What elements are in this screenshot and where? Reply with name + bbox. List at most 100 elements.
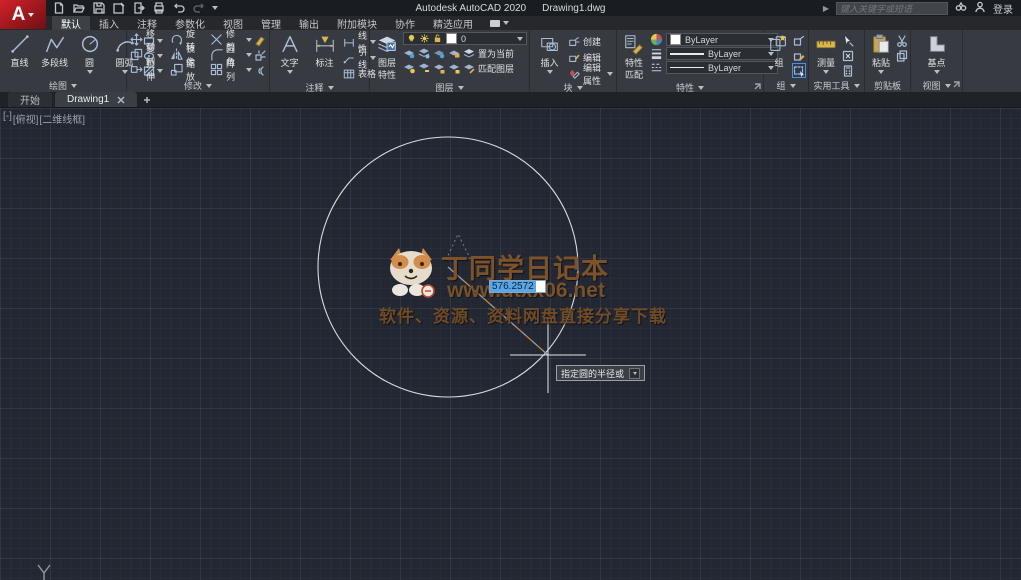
ribbon-tab-collaborate[interactable]: 协作: [386, 16, 424, 30]
panel-modify-title[interactable]: 修改: [127, 79, 269, 92]
layer-unisolate-icon[interactable]: [448, 62, 460, 74]
properties-dialog-launcher-icon[interactable]: [754, 82, 761, 92]
tool-base-point[interactable]: 基点: [920, 32, 953, 74]
layer-on-icon[interactable]: [403, 62, 415, 74]
view-dialog-launcher-icon[interactable]: [953, 80, 960, 90]
dynamic-input-value: 576.2572: [490, 281, 536, 292]
tool-explode[interactable]: [254, 49, 266, 62]
ribbon-box-icon: [490, 20, 500, 27]
app-logo[interactable]: A: [0, 0, 46, 29]
base-point-dropdown-icon[interactable]: [934, 70, 940, 74]
layer-lock-icon[interactable]: [433, 47, 445, 59]
save-icon[interactable]: [92, 1, 105, 14]
layer-freeze-icon[interactable]: [418, 47, 430, 59]
tool-erase[interactable]: [254, 34, 266, 47]
tool-array[interactable]: 阵列: [210, 62, 252, 77]
layer-unlock-icon[interactable]: [433, 62, 445, 74]
search-icon[interactable]: [955, 1, 967, 16]
ribbon-tab-addins[interactable]: 附加模块: [328, 16, 386, 30]
user-icon[interactable]: [974, 1, 986, 16]
insert-dropdown-icon[interactable]: [547, 70, 553, 74]
app-title: Autodesk AutoCAD 2020: [415, 3, 526, 14]
tool-match-properties[interactable]: 特性 匹配: [620, 32, 648, 81]
tool-paste[interactable]: 粘贴: [868, 32, 894, 74]
open-file-icon[interactable]: [72, 1, 85, 14]
print-icon[interactable]: [152, 1, 165, 14]
tool-group-edit[interactable]: [793, 49, 805, 62]
tool-offset[interactable]: [254, 64, 266, 77]
ribbon-display-toggle[interactable]: [482, 16, 517, 30]
new-tab-button[interactable]: [140, 92, 154, 107]
tool-quick-select[interactable]: [842, 34, 854, 47]
search-expand-icon[interactable]: ▶: [823, 4, 829, 13]
lineweight-icon[interactable]: [650, 47, 663, 60]
linetype-select[interactable]: ByLayer: [666, 61, 778, 74]
tool-stretch[interactable]: 拉伸: [130, 62, 163, 77]
match-layer-button[interactable]: 匹配图层: [478, 62, 514, 75]
tool-group[interactable]: 组: [767, 32, 791, 69]
export-icon[interactable]: [132, 1, 145, 14]
panel-draw-title[interactable]: 绘图: [0, 79, 126, 92]
autocad-window: Autodesk AutoCAD 2020 Drawing1.dwg ▶ 登录 …: [0, 0, 1021, 580]
match-layer-icon: [463, 62, 475, 74]
tool-id-point[interactable]: [842, 49, 854, 62]
lineweight-select[interactable]: ByLayer: [666, 47, 778, 60]
panel-utilities-title[interactable]: 实用工具: [809, 79, 864, 92]
layer-properties-button[interactable]: 图层 特性: [373, 32, 401, 81]
tool-polyline[interactable]: 多段线: [38, 32, 71, 69]
layer-isolate-icon[interactable]: [448, 47, 460, 59]
file-tab-start[interactable]: 开始: [8, 92, 52, 107]
panel-layers: 图层 特性 0: [370, 30, 530, 92]
tool-copy-clip[interactable]: [896, 49, 908, 62]
save-as-icon[interactable]: [112, 1, 125, 14]
layer-select[interactable]: 0: [403, 32, 527, 45]
tool-group-selection[interactable]: [793, 64, 805, 77]
ribbon-tab-insert[interactable]: 插入: [90, 16, 128, 30]
linetype-icon[interactable]: [650, 61, 663, 74]
new-file-icon[interactable]: [52, 1, 65, 14]
search-input[interactable]: [836, 2, 948, 15]
qat-customize-icon[interactable]: [212, 6, 218, 10]
ribbon-tab-manage[interactable]: 管理: [252, 16, 290, 30]
measure-dropdown-icon[interactable]: [823, 70, 829, 74]
tool-line[interactable]: 直线: [3, 32, 36, 69]
ribbon-tab-home[interactable]: 默认: [52, 16, 90, 30]
drawing-canvas[interactable]: [-] [俯视] [二维线框] 丁同学日记本 www.dtxx06.net 软件…: [0, 108, 1021, 580]
ribbon-tab-output[interactable]: 输出: [290, 16, 328, 30]
circle-dropdown-icon[interactable]: [87, 70, 93, 74]
color-wheel-icon[interactable]: [650, 33, 663, 46]
prompt-text: 指定圆的半径或: [561, 367, 624, 380]
layer-thaw-icon[interactable]: [418, 62, 430, 74]
set-current-button[interactable]: 置为当前: [478, 47, 514, 60]
file-tab-drawing1[interactable]: Drawing1: [55, 92, 137, 107]
tool-calculator[interactable]: [842, 64, 854, 77]
viewport-menu-control[interactable]: [-]: [3, 111, 12, 126]
tool-insert-block[interactable]: 插入: [533, 32, 566, 74]
close-tab-icon[interactable]: [117, 96, 125, 104]
panel-view-title[interactable]: 视图: [911, 79, 962, 92]
tool-dimension[interactable]: 标注: [308, 32, 341, 69]
tool-create-block[interactable]: 创建: [568, 34, 613, 49]
viewport-visual-style-control[interactable]: [二维线框]: [39, 111, 85, 126]
paste-dropdown-icon[interactable]: [878, 70, 884, 74]
redo-icon[interactable]: [192, 1, 205, 14]
tool-edit-attributes[interactable]: 编辑属性: [568, 66, 613, 81]
viewport-view-control[interactable]: [俯视]: [13, 111, 39, 126]
panel-group-title[interactable]: 组: [764, 79, 808, 92]
dynamic-input-field[interactable]: 576.2572: [489, 280, 546, 293]
text-dropdown-icon[interactable]: [287, 70, 293, 74]
ribbon-tab-featured[interactable]: 精选应用: [424, 16, 482, 30]
prompt-options-icon[interactable]: [629, 368, 640, 379]
panel-clipboard-title[interactable]: 剪贴板: [865, 79, 910, 92]
undo-icon[interactable]: [172, 1, 185, 14]
signin-button[interactable]: 登录: [993, 1, 1013, 16]
tool-measure[interactable]: 测量: [812, 32, 840, 74]
tool-cut[interactable]: [896, 34, 908, 47]
tool-circle[interactable]: 圆: [73, 32, 106, 74]
tool-text[interactable]: 文字: [273, 32, 306, 74]
object-color-select[interactable]: ByLayer: [666, 33, 778, 46]
tool-scale[interactable]: 缩放: [170, 62, 203, 77]
layer-off-icon[interactable]: [403, 47, 415, 59]
ucs-icon: [38, 565, 50, 580]
tool-ungroup[interactable]: [793, 34, 805, 47]
